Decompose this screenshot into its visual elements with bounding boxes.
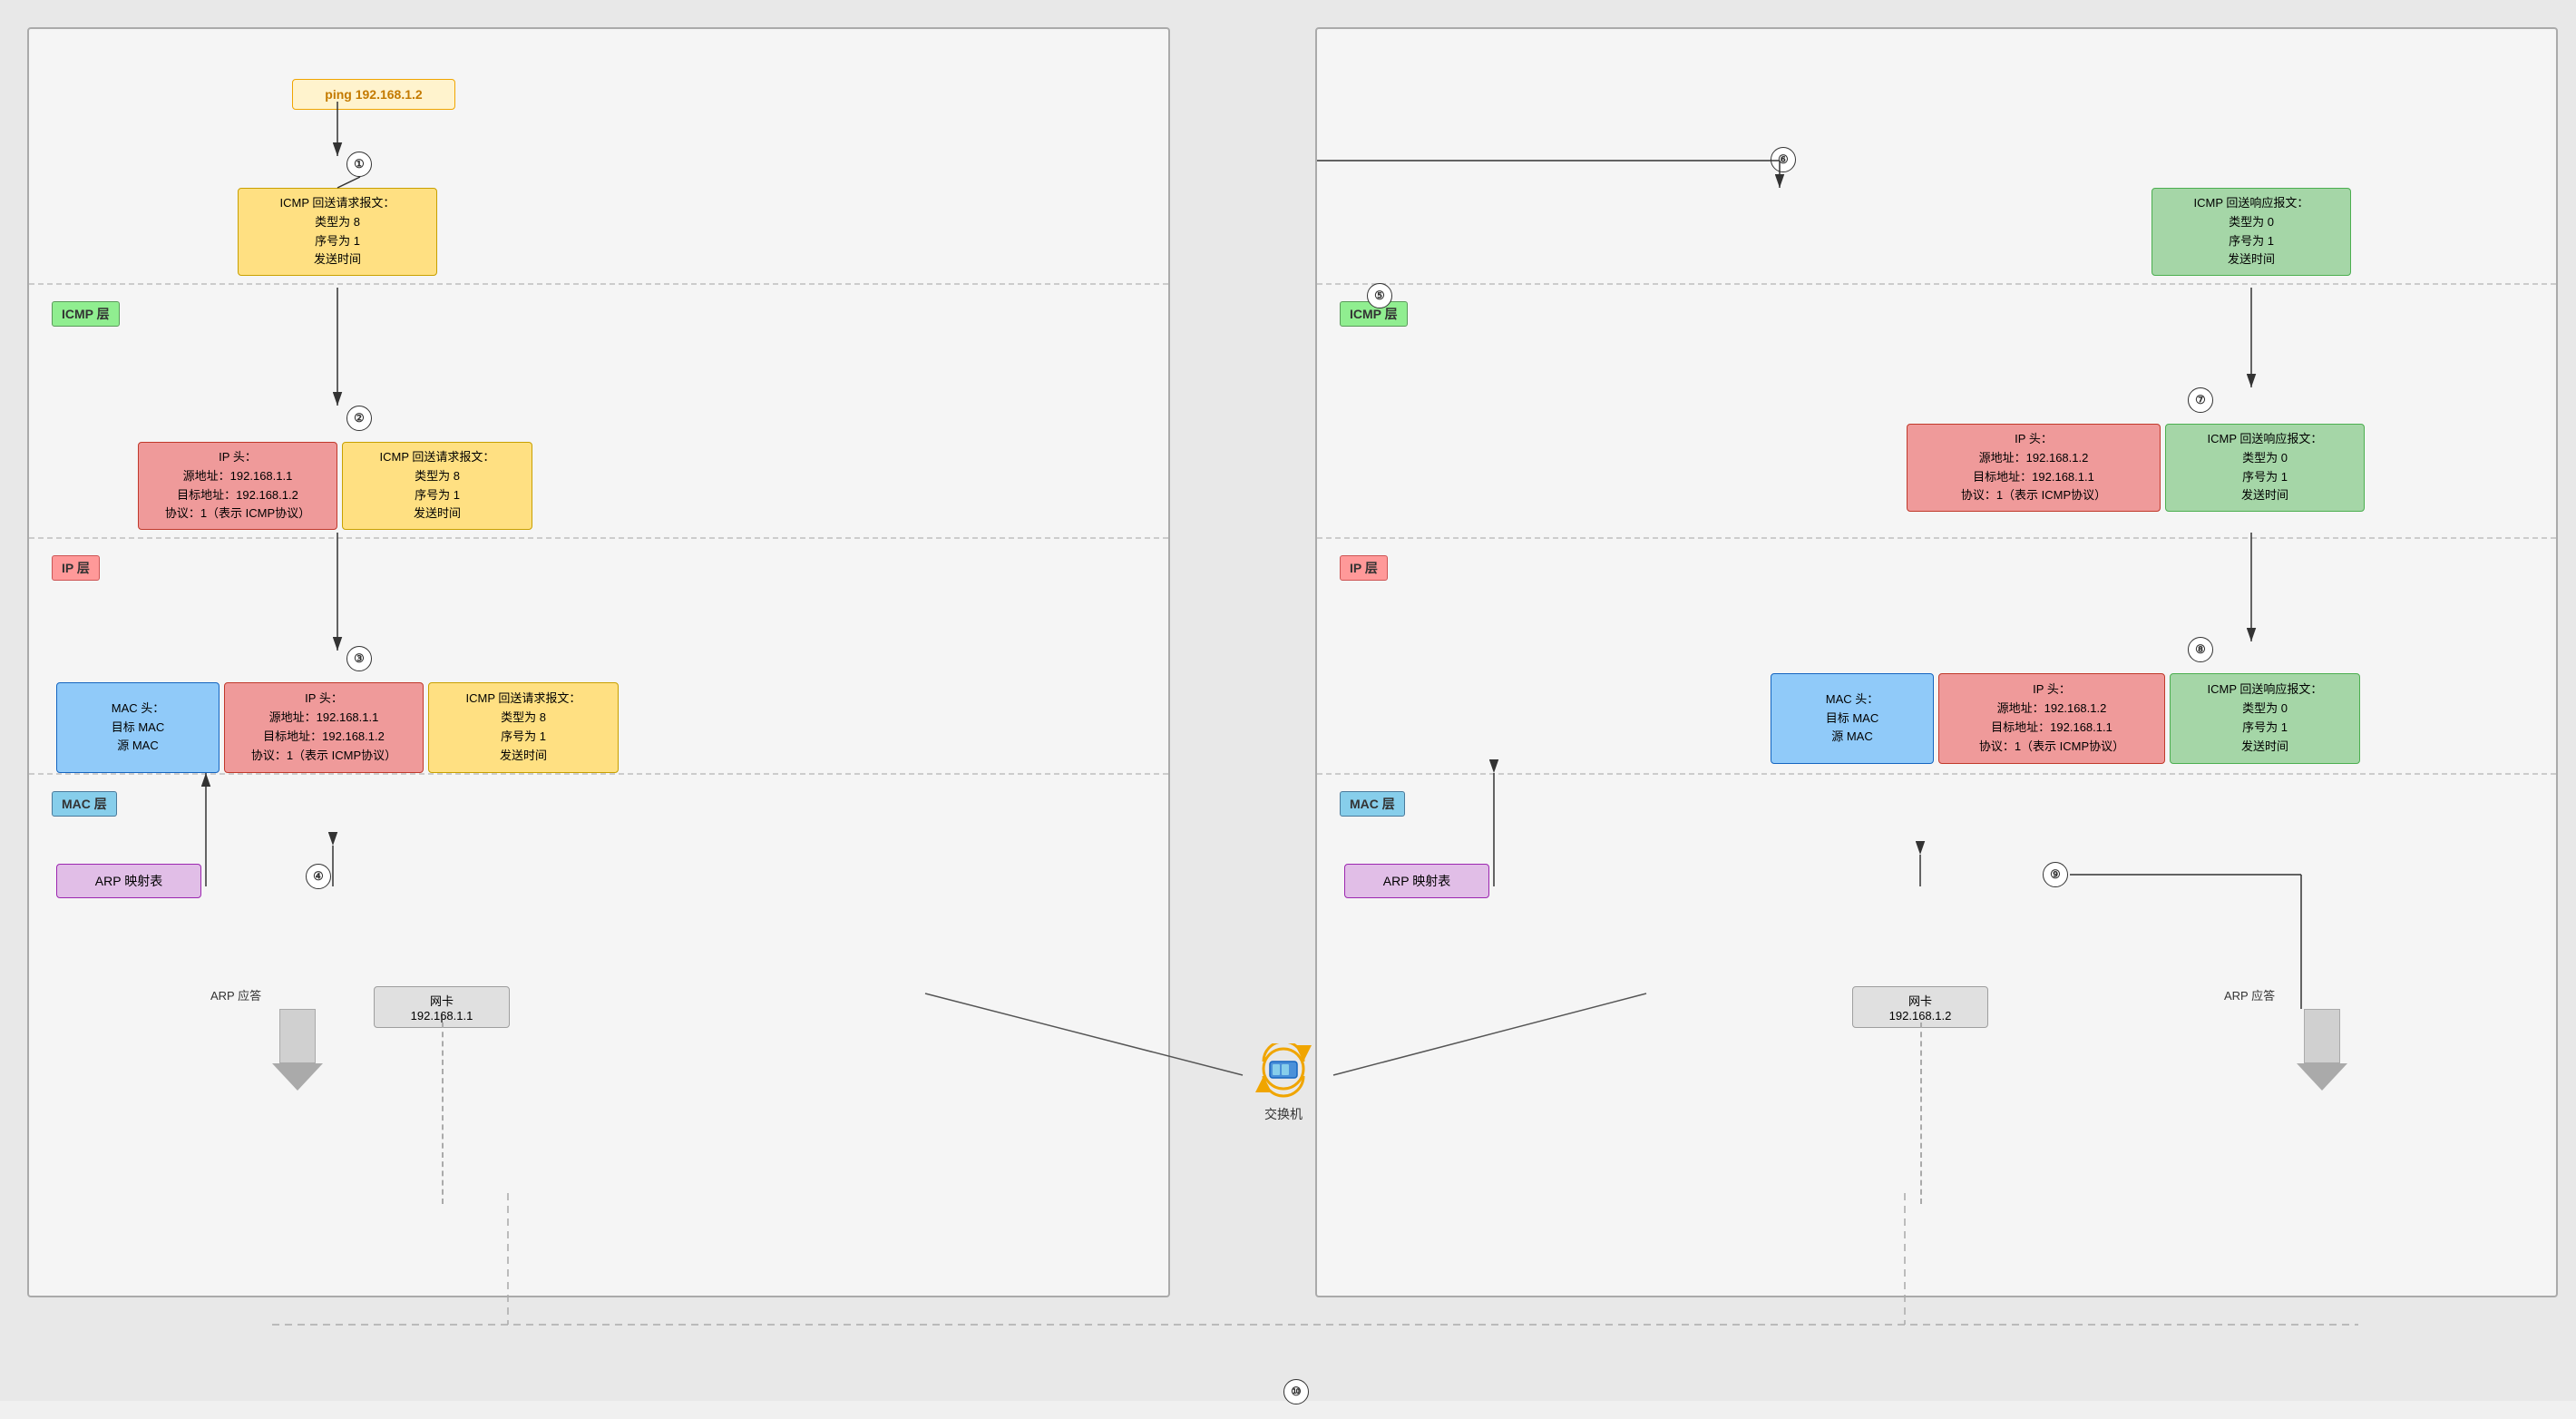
circle-3: ③ [346, 646, 372, 671]
layer-divider-1 [29, 283, 1168, 285]
right-ip-head-box: IP 头： 源地址：192.168.1.2 目标地址：192.168.1.1 协… [1907, 424, 2161, 512]
right-icmp-in-ip-box: ICMP 回送响应报文： 类型为 0 序号为 1 发送时间 [2165, 424, 2365, 512]
left-mac-label: MAC 层 [52, 791, 117, 817]
left-arp-table: ARP 映射表 [56, 864, 201, 898]
left-dashed-line [442, 1023, 444, 1204]
left-icmp-in-ip-box: ICMP 回送请求报文： 类型为 8 序号为 1 发送时间 [342, 442, 532, 530]
left-icmp-in-mac-box: ICMP 回送请求报文： 类型为 8 序号为 1 发送时间 [428, 682, 619, 773]
right-arrow-down [2297, 1009, 2347, 1091]
right-arp-table: ARP 映射表 [1344, 864, 1489, 898]
right-ip-layer-area: IP 层 [1340, 555, 1388, 581]
left-arp-response: ARP 应答 [210, 986, 261, 1003]
right-ip-in-mac-box: IP 头： 源地址：192.168.1.2 目标地址：192.168.1.1 协… [1938, 673, 2165, 764]
left-ip-in-mac-box: IP 头： 源地址：192.168.1.1 目标地址：192.168.1.2 协… [224, 682, 424, 773]
ping-command: ping 192.168.1.2 [292, 79, 455, 110]
left-icmp-layer-area: ICMP 层 [52, 301, 120, 327]
right-panel: ICMP 层 IP 层 MAC 层 ⑤ ICMP 回送响应报文： 类型为 0 序… [1315, 27, 2558, 1297]
circle-7: ⑦ [2188, 387, 2213, 413]
circle-1: ① [346, 152, 372, 177]
right-layer-divider-3 [1317, 773, 2556, 775]
left-arrow-down [272, 1009, 323, 1091]
switch-label: 交换机 [1193, 1105, 1374, 1123]
right-layer-divider-2 [1317, 537, 2556, 539]
right-layer-divider-1 [1317, 283, 2556, 285]
right-icmp-in-mac-box: ICMP 回送响应报文： 类型为 0 序号为 1 发送时间 [2170, 673, 2360, 764]
main-container: ping 192.168.1.2 ICMP 层 IP 层 MAC 层 ① ICM… [0, 0, 2576, 1401]
left-mac-layer-area: MAC 层 [52, 791, 117, 817]
circle-2: ② [346, 406, 372, 431]
circle-8: ⑧ [2188, 637, 2213, 662]
left-panel: ping 192.168.1.2 ICMP 层 IP 层 MAC 层 ① ICM… [27, 27, 1170, 1297]
circle-6: ⑥ [1771, 147, 1796, 172]
circle-9: ⑨ [2043, 862, 2068, 887]
right-arp-response: ARP 应答 [2224, 986, 2275, 1003]
right-dashed-line [1920, 1023, 1922, 1204]
right-mac-layer-area: MAC 层 [1340, 791, 1405, 817]
layer-divider-3 [29, 773, 1168, 775]
left-icmp-request-box: ICMP 回送请求报文： 类型为 8 序号为 1 发送时间 [238, 188, 437, 276]
switch-area: 交换机 [1193, 1043, 1374, 1123]
left-ip-layer-area: IP 层 [52, 555, 100, 581]
right-mac-head-box: MAC 头： 目标 MAC 源 MAC [1771, 673, 1934, 764]
layer-divider-2 [29, 537, 1168, 539]
right-mac-label: MAC 层 [1340, 791, 1405, 817]
left-arrows-svg [29, 29, 1168, 1296]
circle-4: ④ [306, 864, 331, 889]
left-ip-head-box: IP 头： 源地址：192.168.1.1 目标地址：192.168.1.2 协… [138, 442, 337, 530]
right-arrows-svg [1317, 29, 2556, 1296]
switch-icon [1247, 1043, 1320, 1098]
right-ip-label: IP 层 [1340, 555, 1388, 581]
left-ip-label: IP 层 [52, 555, 100, 581]
left-mac-head-box: MAC 头： 目标 MAC 源 MAC [56, 682, 220, 773]
circle-5: ⑤ [1367, 283, 1392, 308]
diagram-area: ping 192.168.1.2 ICMP 层 IP 层 MAC 层 ① ICM… [18, 18, 2558, 1383]
left-icmp-label: ICMP 层 [52, 301, 120, 327]
right-icmp-reply-top: ICMP 回送响应报文： 类型为 0 序号为 1 发送时间 [2152, 188, 2351, 276]
